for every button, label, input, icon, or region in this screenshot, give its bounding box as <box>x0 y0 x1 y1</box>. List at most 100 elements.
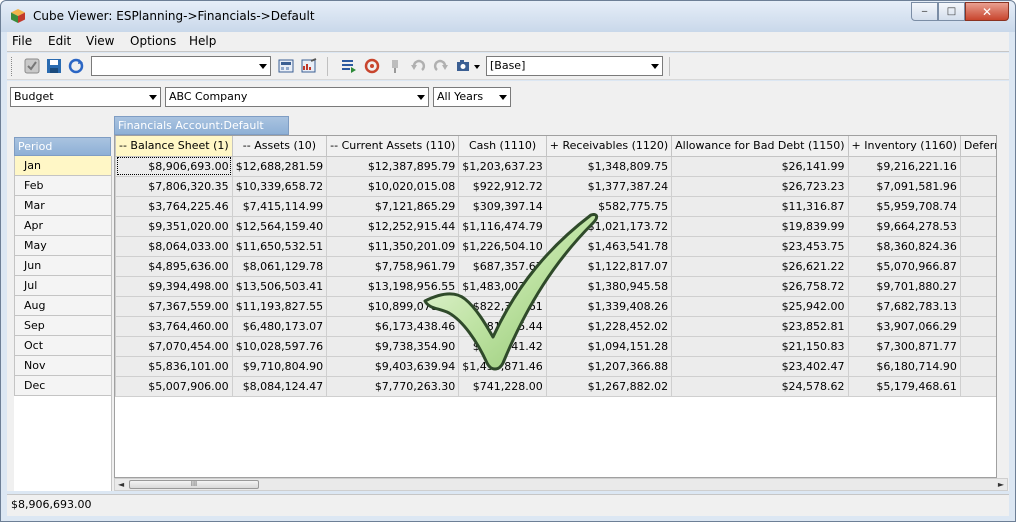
horizontal-scroll-thumb[interactable]: III <box>129 480 259 489</box>
column-header[interactable]: -- Assets (10) <box>231 136 328 157</box>
data-cell[interactable]: $7,682,783.13 <box>847 295 961 317</box>
column-header[interactable]: -- Current Assets (110) <box>326 136 460 157</box>
data-cell[interactable]: $8,084,124.47 <box>231 375 328 397</box>
data-cell[interactable]: $10,339,658.72 <box>231 175 328 197</box>
checkmark-icon[interactable] <box>24 58 40 74</box>
column-dimension-header[interactable]: Financials Account:Default <box>114 116 289 135</box>
column-header[interactable]: Allowance for Bad Debt (1150) <box>671 136 849 157</box>
data-cell[interactable]: $24,578.62 <box>671 375 849 397</box>
data-cell[interactable]: $6,480,173.07 <box>231 315 328 337</box>
data-cell[interactable]: $922,912.72 <box>458 175 547 197</box>
redo-icon[interactable] <box>433 58 449 74</box>
column-header[interactable]: + Receivables (1120) <box>545 136 673 157</box>
row-dimension-header[interactable]: Period <box>14 137 111 156</box>
scroll-left-icon[interactable]: ◄ <box>118 480 124 489</box>
data-cell[interactable]: $7,121,865.29 <box>326 195 460 217</box>
data-cell[interactable]: $1,348,809.75 <box>545 155 673 177</box>
data-cell[interactable]: $9,394,498.00 <box>115 275 233 297</box>
data-cell[interactable]: $195,659.99 <box>959 275 996 297</box>
data-cell[interactable]: $1,094,151.28 <box>545 335 673 357</box>
data-cell[interactable]: $174,492.11 <box>959 375 996 397</box>
data-cell[interactable]: $309,397.14 <box>458 195 547 217</box>
data-cell[interactable]: $23,402.47 <box>671 355 849 377</box>
row-header[interactable]: May <box>14 236 112 256</box>
data-cell[interactable]: $7,770,263.30 <box>326 375 460 397</box>
data-cell[interactable]: $5,179,468.61 <box>847 375 961 397</box>
menu-options[interactable]: Options <box>130 34 176 48</box>
data-cell[interactable]: $10,028,597.76 <box>231 335 328 357</box>
data-cell[interactable]: $192,583.49 <box>959 175 996 197</box>
menu-edit[interactable]: Edit <box>48 34 71 48</box>
data-cell[interactable]: $177,813.75 <box>959 355 996 377</box>
save-icon[interactable] <box>46 58 62 74</box>
data-cell[interactable]: $153,325.24 <box>959 335 996 357</box>
data-cell[interactable]: $7,415,114.99 <box>231 195 328 217</box>
row-header[interactable]: Sep <box>14 316 112 336</box>
subset-combo[interactable] <box>91 56 271 76</box>
data-cell[interactable]: $26,758.72 <box>671 275 849 297</box>
row-header[interactable]: Jan <box>14 156 112 176</box>
data-cell[interactable]: $481,115.44 <box>458 315 547 337</box>
data-cell[interactable]: $8,906,693.00 <box>115 155 233 177</box>
scroll-right-icon[interactable]: ► <box>998 480 1004 489</box>
camera-dropdown-icon[interactable] <box>474 65 480 69</box>
data-cell[interactable]: $5,959,708.74 <box>847 195 961 217</box>
data-cell[interactable]: $8,064,033.00 <box>115 235 233 257</box>
data-cell[interactable]: $822,311.61 <box>458 295 547 317</box>
data-cell[interactable]: $6,173,438.46 <box>326 315 460 337</box>
data-cell[interactable]: $9,403,639.94 <box>326 355 460 377</box>
refresh-icon[interactable] <box>68 58 84 74</box>
data-cell[interactable]: $7,091,581.96 <box>847 175 961 197</box>
data-cell[interactable]: $1,380,945.58 <box>545 275 673 297</box>
data-cell[interactable]: $3,764,225.46 <box>115 195 233 217</box>
row-header[interactable]: Jul <box>14 276 112 296</box>
data-cell[interactable]: $23,453.75 <box>671 235 849 257</box>
data-cell[interactable]: $11,193,827.55 <box>231 295 328 317</box>
data-cell[interactable]: $1,450,871.46 <box>458 355 547 377</box>
data-cell[interactable]: $9,738,354.90 <box>326 335 460 357</box>
time-combo[interactable]: All Years <box>433 87 511 107</box>
data-cell[interactable]: $13,198,956.55 <box>326 275 460 297</box>
data-cell[interactable]: $1,463,541.78 <box>545 235 673 257</box>
data-cell[interactable]: $12,688,281.59 <box>231 155 328 177</box>
data-cell[interactable]: $1,203,637.23 <box>458 155 547 177</box>
menu-help[interactable]: Help <box>189 34 216 48</box>
data-cell[interactable]: $11,650,532.51 <box>231 235 328 257</box>
data-cell[interactable]: $11,350,201.09 <box>326 235 460 257</box>
row-header[interactable]: Oct <box>14 336 112 356</box>
data-cell[interactable]: $26,141.99 <box>671 155 849 177</box>
minimize-button[interactable]: ‒ <box>911 2 938 21</box>
data-cell[interactable]: $11,316.87 <box>671 195 849 217</box>
data-cell[interactable]: $12,564,159.40 <box>231 215 328 237</box>
column-header[interactable]: Deferred Taxes (1170) <box>959 136 996 157</box>
data-cell[interactable]: $8,360,824.36 <box>847 235 961 257</box>
data-cell[interactable]: $21,150.83 <box>671 335 849 357</box>
data-cell[interactable]: $9,701,880.27 <box>847 275 961 297</box>
row-header[interactable]: Jun <box>14 256 112 276</box>
maximize-button[interactable]: □ <box>938 2 965 21</box>
data-cell[interactable]: $1,267,882.02 <box>545 375 673 397</box>
data-cell[interactable]: $1,207,366.88 <box>545 355 673 377</box>
data-cell[interactable]: $143,781.22 <box>959 215 996 237</box>
row-header[interactable]: Aug <box>14 296 112 316</box>
view-combo[interactable]: [Base] <box>486 56 663 76</box>
close-button[interactable]: ✕ <box>965 2 1009 21</box>
undo-icon[interactable] <box>410 58 426 74</box>
data-cell[interactable]: $25,942.00 <box>671 295 849 317</box>
menu-view[interactable]: View <box>86 34 114 48</box>
camera-icon[interactable] <box>456 58 472 74</box>
row-header[interactable]: Nov <box>14 356 112 376</box>
data-cell[interactable]: $10,899,078.18 <box>326 295 460 317</box>
chart-edit-icon[interactable] <box>301 58 317 74</box>
data-cell[interactable]: $9,710,804.90 <box>231 355 328 377</box>
data-cell[interactable]: $26,723.23 <box>671 175 849 197</box>
menu-file[interactable]: File <box>12 34 32 48</box>
data-cell[interactable]: $1,021,173.72 <box>545 215 673 237</box>
scenario-combo[interactable]: Budget <box>10 87 161 107</box>
data-cell[interactable]: $7,758,961.79 <box>326 255 460 277</box>
data-cell[interactable]: $209,094.14 <box>959 155 996 177</box>
column-header[interactable]: -- Balance Sheet (1) <box>115 136 233 157</box>
data-cell[interactable]: $1,228,452.02 <box>545 315 673 337</box>
entity-combo[interactable]: ABC Company <box>165 87 429 107</box>
data-cell[interactable]: $687,357.67 <box>458 255 547 277</box>
